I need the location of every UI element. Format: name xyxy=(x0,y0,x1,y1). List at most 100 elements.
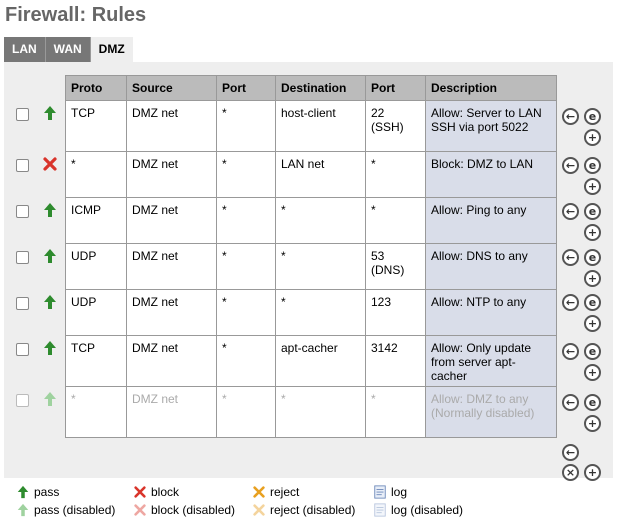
cell-destination: * xyxy=(275,197,366,244)
table-row[interactable]: TCP DMZ net * host-client 22 (SSH) Allow… xyxy=(65,100,557,152)
add-rule-icon[interactable]: + xyxy=(584,415,601,432)
table-row[interactable]: * DMZ net * LAN net * Block: DMZ to LAN xyxy=(65,151,557,198)
row-select-checkbox[interactable] xyxy=(16,159,29,172)
page-title: Firewall: Rules xyxy=(5,4,147,26)
cell-source-port: * xyxy=(216,100,276,152)
cell-destination: LAN net xyxy=(275,151,366,198)
add-rule-icon[interactable]: + xyxy=(584,364,601,381)
tab-wan[interactable]: WAN xyxy=(45,37,91,62)
cell-destination-port: * xyxy=(365,151,426,198)
cell-source: DMZ net xyxy=(126,151,217,198)
row-select-checkbox[interactable] xyxy=(16,108,29,121)
edit-rule-icon[interactable]: e xyxy=(584,108,601,125)
cell-description: Allow: Server to LAN SSH via port 5022 xyxy=(425,100,557,152)
legend-block: block xyxy=(133,485,179,499)
table-row[interactable]: UDP DMZ net * * 123 Allow: NTP to any xyxy=(65,289,557,336)
edit-rule-icon[interactable]: e xyxy=(584,343,601,360)
log-disabled-icon xyxy=(374,503,386,517)
cell-destination-port: 3142 xyxy=(365,335,426,387)
edit-rule-icon[interactable]: e xyxy=(584,249,601,266)
edit-rule-icon[interactable]: e xyxy=(584,394,601,411)
legend-log-label: log xyxy=(391,485,408,499)
header-description[interactable]: Description xyxy=(425,75,557,101)
table-row[interactable]: TCP DMZ net * apt-cacher 3142 Allow: Onl… xyxy=(65,335,557,387)
tab-dmz[interactable]: DMZ xyxy=(90,37,133,62)
move-selected-to-end-icon[interactable]: ← xyxy=(562,444,579,461)
legend-log-disabled: log (disabled) xyxy=(373,503,463,517)
pass-icon[interactable] xyxy=(42,248,58,264)
block-icon[interactable] xyxy=(42,156,58,172)
add-rule-icon[interactable]: + xyxy=(584,224,601,241)
row-select-checkbox[interactable] xyxy=(16,205,29,218)
add-rule-icon[interactable]: + xyxy=(584,270,601,287)
legend-reject-label: reject xyxy=(270,485,300,499)
add-rule-end-icon[interactable]: + xyxy=(584,464,601,481)
legend-pass-label: pass xyxy=(34,485,60,499)
rules-table: Proto Source Port Destination Port Descr… xyxy=(65,75,557,438)
table-row[interactable]: UDP DMZ net * * 53 (DNS) Allow: DNS to a… xyxy=(65,243,557,290)
pass-icon[interactable] xyxy=(42,202,58,218)
cell-destination: * xyxy=(275,289,366,336)
pass-icon[interactable] xyxy=(42,294,58,310)
cell-source: DMZ net xyxy=(126,289,217,336)
move-selected-before-icon[interactable]: ← xyxy=(562,343,579,360)
move-selected-before-icon[interactable]: ← xyxy=(562,249,579,266)
delete-selected-icon[interactable]: × xyxy=(562,464,579,481)
cell-destination-port: 53 (DNS) xyxy=(365,243,426,290)
reject-icon xyxy=(253,486,265,498)
legend-block-label: block xyxy=(151,485,180,499)
add-rule-icon[interactable]: + xyxy=(584,178,601,195)
row-select-checkbox[interactable] xyxy=(16,343,29,356)
row-select-checkbox[interactable] xyxy=(16,394,29,407)
move-selected-before-icon[interactable]: ← xyxy=(562,157,579,174)
add-rule-icon[interactable]: + xyxy=(584,129,601,146)
pass-icon[interactable] xyxy=(42,340,58,356)
edit-rule-icon[interactable]: e xyxy=(584,157,601,174)
rules-panel: Proto Source Port Destination Port Descr… xyxy=(4,62,613,481)
legend-block-disabled-label: block (disabled) xyxy=(151,503,236,517)
header-destination-port[interactable]: Port xyxy=(365,75,426,101)
legend-reject-disabled: reject (disabled) xyxy=(252,503,355,517)
header-source[interactable]: Source xyxy=(126,75,217,101)
move-selected-before-icon[interactable]: ← xyxy=(562,108,579,125)
cell-destination-port: * xyxy=(365,386,426,438)
edit-rule-icon[interactable]: e xyxy=(584,203,601,220)
reject-disabled-icon xyxy=(253,504,265,516)
edit-rule-icon[interactable]: e xyxy=(584,294,601,311)
header-proto[interactable]: Proto xyxy=(65,75,127,101)
cell-destination-port: 22 (SSH) xyxy=(365,100,426,152)
cell-destination: apt-cacher xyxy=(275,335,366,387)
cell-destination-port: * xyxy=(365,197,426,244)
move-selected-before-icon[interactable]: ← xyxy=(562,394,579,411)
cell-description: Block: DMZ to LAN xyxy=(425,151,557,198)
legend: pass pass (disabled) block block (disabl… xyxy=(0,482,618,531)
cell-description: Allow: DNS to any xyxy=(425,243,557,290)
cell-destination-port: 123 xyxy=(365,289,426,336)
legend-pass: pass xyxy=(16,485,59,499)
legend-pass-disabled: pass (disabled) xyxy=(16,503,115,517)
pass-icon[interactable] xyxy=(42,105,58,121)
cell-proto: TCP xyxy=(65,335,127,387)
table-header-row: Proto Source Port Destination Port Descr… xyxy=(65,75,557,101)
cell-source-port: * xyxy=(216,386,276,438)
cell-proto: * xyxy=(65,151,127,198)
add-rule-icon[interactable]: + xyxy=(584,315,601,332)
block-icon xyxy=(134,486,146,498)
row-select-checkbox[interactable] xyxy=(16,251,29,264)
cell-description: Allow: NTP to any xyxy=(425,289,557,336)
table-row-disabled[interactable]: * DMZ net * * * Allow: DMZ to any (Norma… xyxy=(65,386,557,438)
header-source-port[interactable]: Port xyxy=(216,75,276,101)
tab-lan[interactable]: LAN xyxy=(4,37,46,62)
cell-proto: TCP xyxy=(65,100,127,152)
pass-disabled-icon[interactable] xyxy=(42,391,58,407)
cell-source: DMZ net xyxy=(126,335,217,387)
move-selected-before-icon[interactable]: ← xyxy=(562,203,579,220)
row-select-checkbox[interactable] xyxy=(16,297,29,310)
table-row[interactable]: ICMP DMZ net * * * Allow: Ping to any xyxy=(65,197,557,244)
cell-proto: UDP xyxy=(65,243,127,290)
move-selected-before-icon[interactable]: ← xyxy=(562,294,579,311)
cell-source: DMZ net xyxy=(126,243,217,290)
cell-source: DMZ net xyxy=(126,100,217,152)
legend-log-disabled-label: log (disabled) xyxy=(391,503,464,517)
header-destination[interactable]: Destination xyxy=(275,75,366,101)
